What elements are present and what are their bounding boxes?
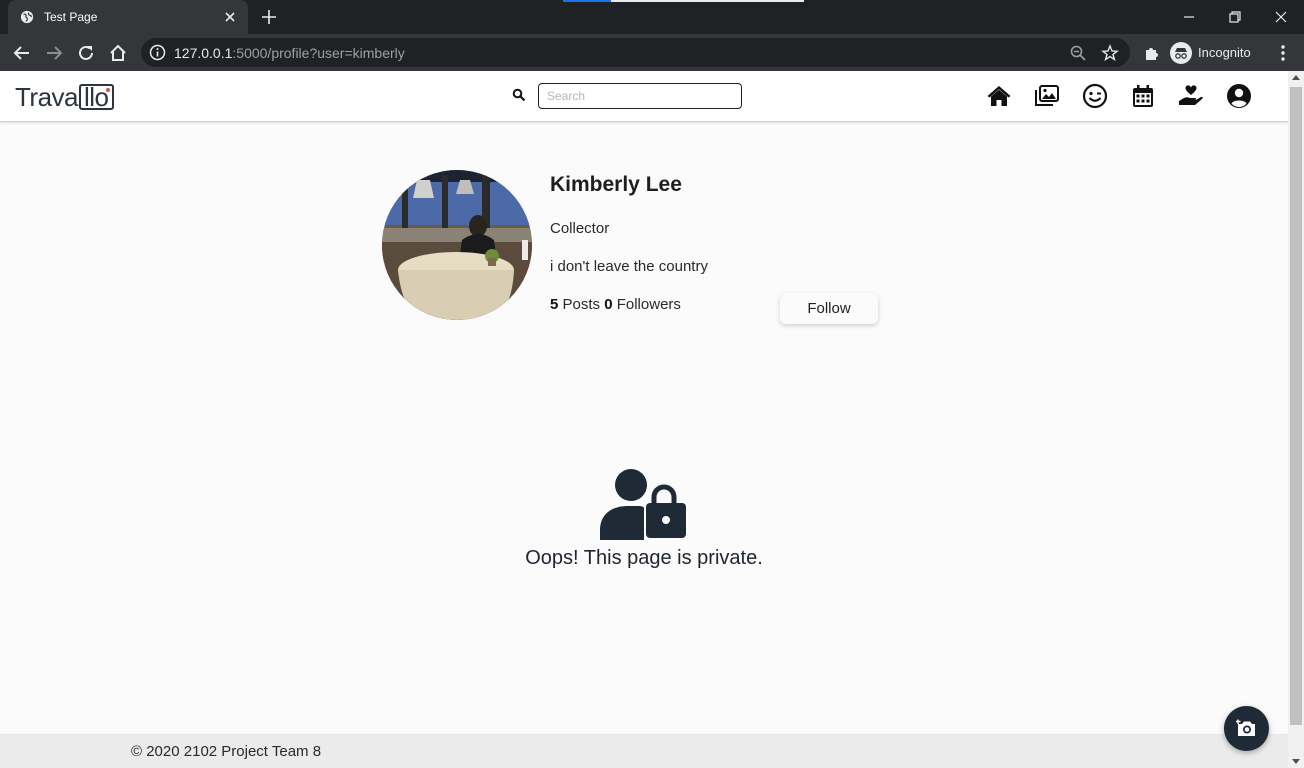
follow-button[interactable]: Follow bbox=[780, 293, 878, 324]
incognito-label: Incognito bbox=[1198, 45, 1251, 60]
info-icon[interactable] bbox=[149, 44, 166, 61]
profile-stats: 5 Posts 0 Followers bbox=[550, 296, 681, 313]
search-input[interactable] bbox=[538, 83, 742, 109]
tab-title: Test Page bbox=[44, 10, 98, 24]
incognito-indicator[interactable]: Incognito bbox=[1170, 40, 1251, 65]
minimize-icon[interactable] bbox=[1178, 6, 1200, 28]
home-browser-icon[interactable] bbox=[107, 42, 129, 64]
reload-icon[interactable] bbox=[75, 42, 97, 64]
avatar bbox=[382, 170, 532, 320]
bookmark-star-icon[interactable] bbox=[1101, 44, 1119, 62]
globe-icon bbox=[20, 10, 34, 24]
incognito-icon bbox=[1170, 41, 1192, 64]
forward-arrow-icon[interactable] bbox=[43, 42, 65, 64]
scrollbar-thumb[interactable] bbox=[1290, 87, 1302, 725]
menu-dots-icon[interactable] bbox=[1272, 42, 1294, 64]
restore-icon[interactable] bbox=[1224, 6, 1246, 28]
scroll-down-arrow-icon[interactable] bbox=[1292, 759, 1300, 764]
new-tab-icon[interactable] bbox=[259, 7, 279, 27]
gallery-icon[interactable] bbox=[1034, 83, 1060, 109]
followers-count: 0 bbox=[604, 296, 613, 313]
posts-count: 5 bbox=[550, 296, 559, 313]
scroll-up-arrow-icon[interactable] bbox=[1292, 75, 1300, 80]
browser-tab[interactable]: Test Page bbox=[8, 0, 248, 34]
page-viewport: Trava llo Search Kimberly Lee Collector … bbox=[0, 71, 1288, 768]
search-icon bbox=[512, 88, 526, 102]
close-window-icon[interactable] bbox=[1270, 6, 1292, 28]
add-photo-button[interactable] bbox=[1224, 706, 1269, 751]
camera-plus-icon bbox=[1236, 719, 1255, 736]
address-bar[interactable]: 127.0.0.1:5000/profile?user=kimberly bbox=[141, 38, 1130, 67]
followers-label: Followers bbox=[616, 296, 681, 313]
profile-bio: i don't leave the country bbox=[550, 258, 708, 275]
profile-photo bbox=[382, 170, 532, 320]
private-page-message: Oops! This page is private. bbox=[525, 547, 763, 569]
site-navbar: Trava llo bbox=[0, 71, 1288, 122]
user-lock-icon bbox=[600, 469, 686, 540]
close-tab-icon[interactable] bbox=[220, 7, 240, 27]
site-footer: © 2020 2102 Project Team 8 bbox=[0, 734, 1288, 768]
hand-heart-icon[interactable] bbox=[1178, 83, 1204, 109]
browser-toolbar: 127.0.0.1:5000/profile?user=kimberly Inc… bbox=[0, 34, 1304, 71]
back-arrow-icon[interactable] bbox=[11, 42, 33, 64]
profile-name: Kimberly Lee bbox=[550, 173, 682, 196]
url-text[interactable]: 127.0.0.1:5000/profile?user=kimberly bbox=[174, 45, 405, 61]
loading-indicator bbox=[563, 0, 611, 2]
smile-icon[interactable] bbox=[1082, 83, 1108, 109]
home-icon[interactable] bbox=[986, 83, 1012, 109]
posts-label: Posts bbox=[562, 296, 601, 313]
browser-titlebar: Test Page bbox=[0, 0, 1304, 34]
site-logo[interactable]: Trava llo bbox=[15, 82, 114, 112]
profile-role: Collector bbox=[550, 220, 610, 237]
extensions-puzzle-icon[interactable] bbox=[1141, 42, 1163, 64]
footer-copyright: © 2020 2102 Project Team 8 bbox=[131, 743, 322, 760]
loading-indicator-track bbox=[611, 0, 804, 2]
page-scrollbar[interactable] bbox=[1288, 71, 1304, 768]
user-circle-icon[interactable] bbox=[1226, 83, 1252, 109]
zoom-icon[interactable] bbox=[1069, 44, 1087, 62]
calendar-icon[interactable] bbox=[1130, 83, 1156, 109]
